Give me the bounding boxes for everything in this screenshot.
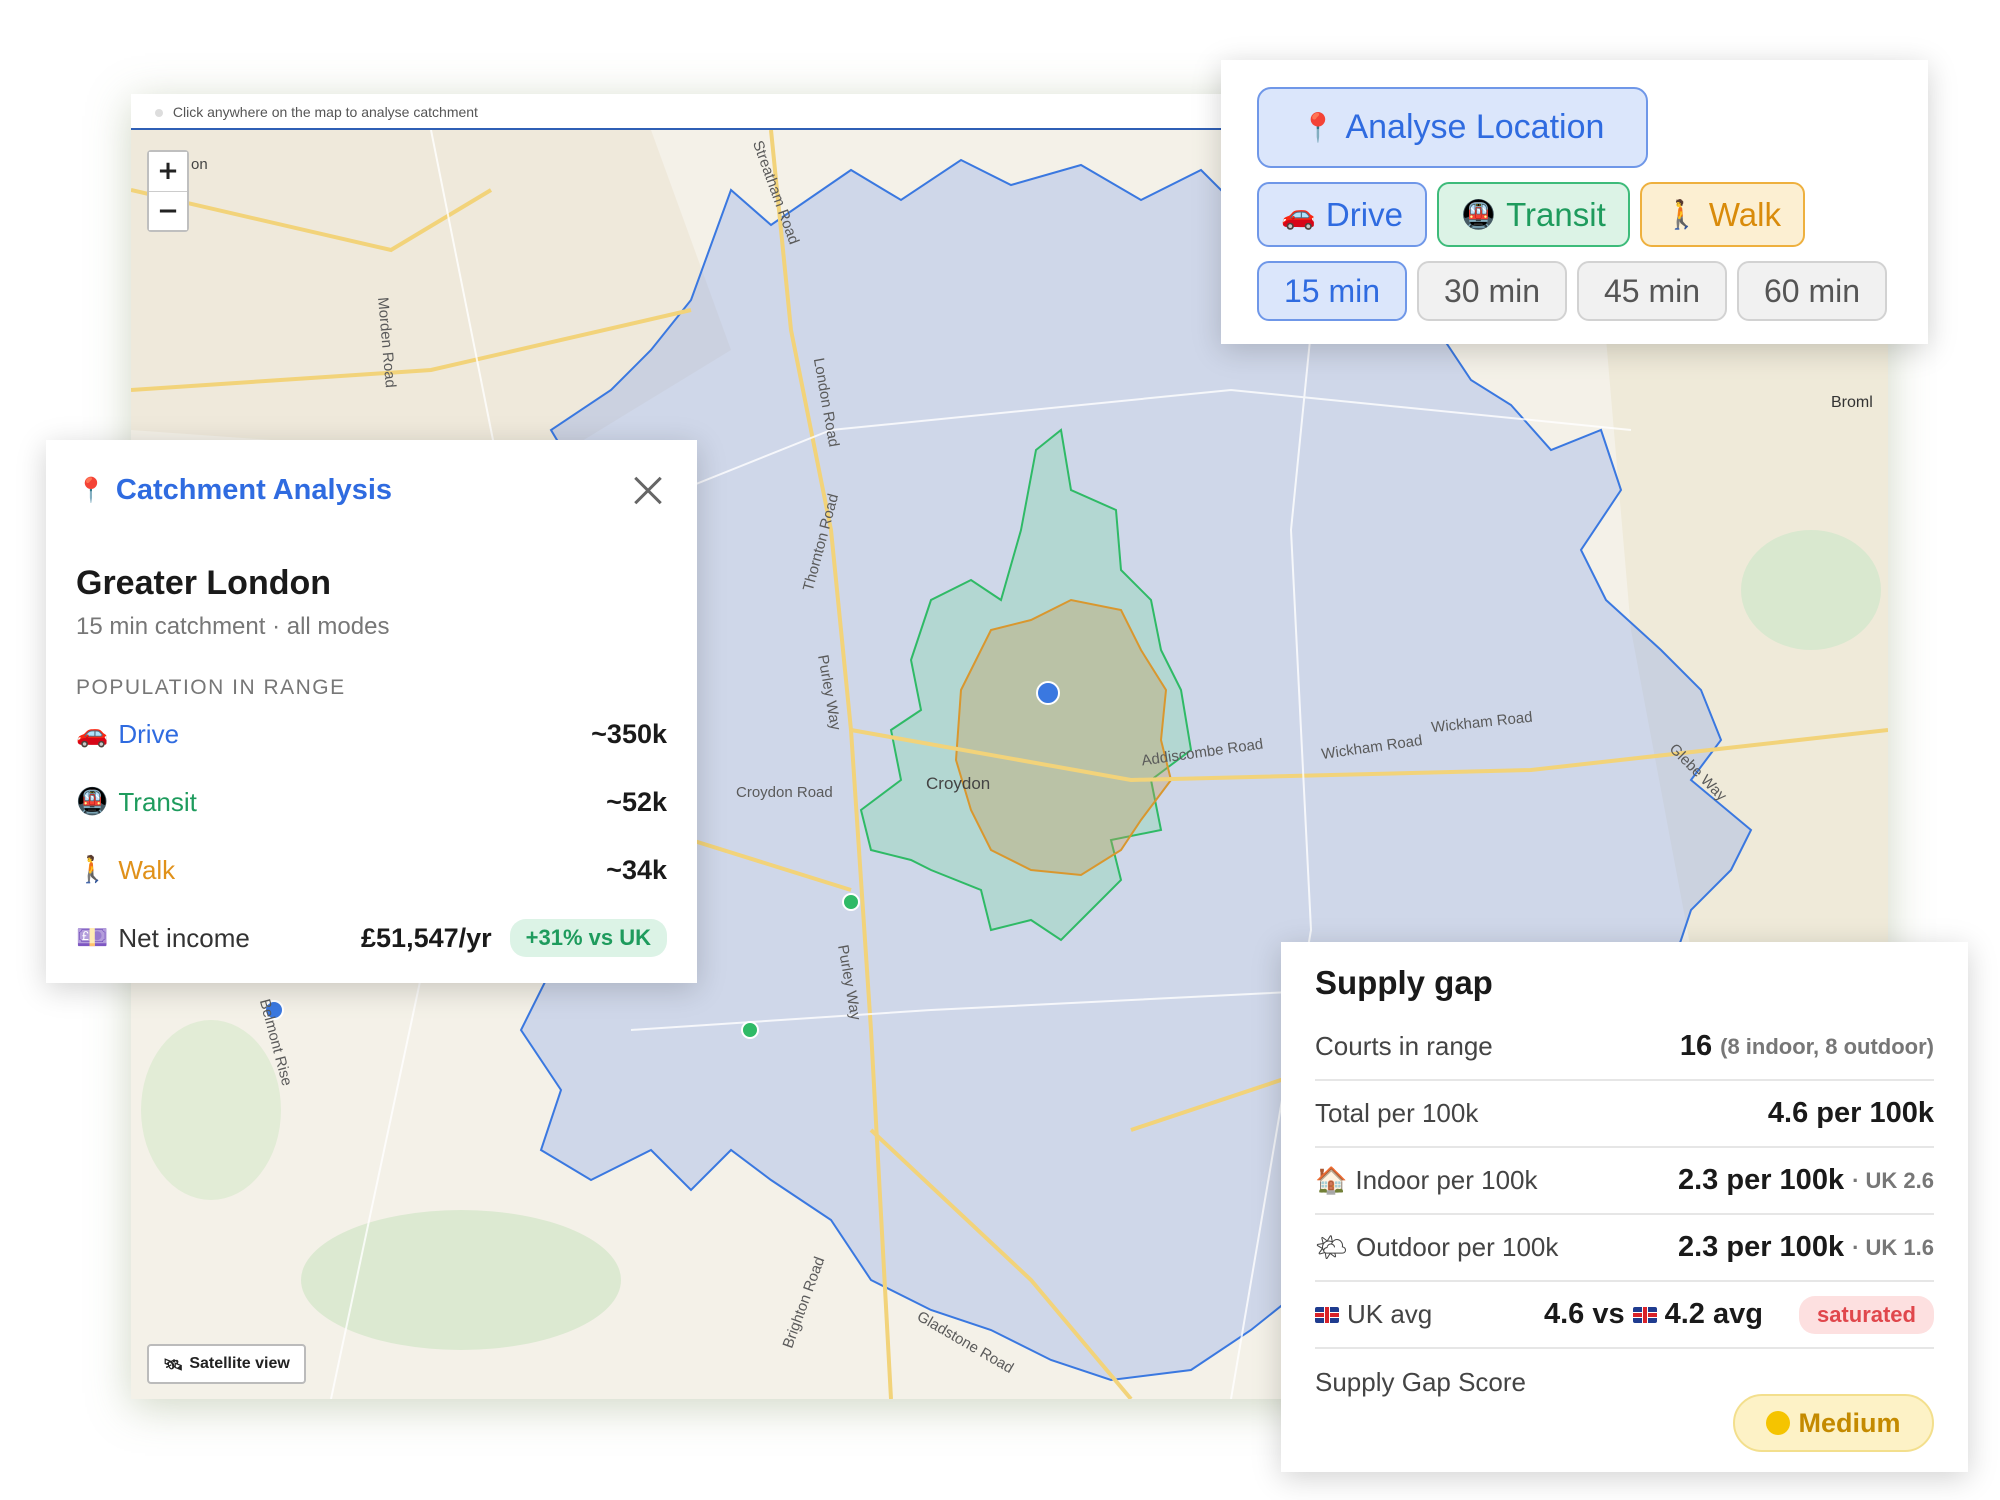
time-30-button[interactable]: 30 min bbox=[1417, 261, 1567, 321]
total-per-100k-row: Total per 100k 4.6 per 100k bbox=[1315, 1081, 1934, 1148]
map-label-bromley: Broml bbox=[1831, 394, 1873, 411]
catchment-analysis-panel: 📍 Catchment Analysis Greater London 15 m… bbox=[46, 440, 697, 983]
analysis-toolbar: 📍 Analyse Location 🚗 Drive 🚇 Transit 🚶 W… bbox=[1221, 60, 1928, 344]
courts-in-range-label: Courts in range bbox=[1315, 1031, 1493, 1061]
supply-gap-score-label: Supply Gap Score bbox=[1315, 1367, 1527, 1397]
walking-person-icon: 🚶 bbox=[76, 855, 109, 885]
yellow-circle-icon bbox=[1766, 1411, 1791, 1435]
indoor-per-100k-value: 2.3 per 100k bbox=[1678, 1164, 1845, 1196]
analyse-location-button[interactable]: 📍 Analyse Location bbox=[1257, 87, 1648, 168]
indoor-per-100k-row: 🏠 Indoor per 100k 2.3 per 100k · UK 2.6 bbox=[1315, 1148, 1934, 1215]
catchment-title: 📍 Catchment Analysis bbox=[76, 474, 392, 507]
income-comparison-badge: +31% vs UK bbox=[509, 919, 667, 957]
population-walk-value: ~34k bbox=[606, 854, 667, 885]
saturation-badge: saturated bbox=[1798, 1295, 1934, 1334]
walking-person-icon: 🚶 bbox=[1664, 198, 1699, 231]
uk-avg-row: UK avg 4.6 vs 4.2 avg saturated bbox=[1315, 1282, 1934, 1349]
poi-marker[interactable] bbox=[842, 893, 860, 911]
net-income-row: 💷 Net income £51,547/yr +31% vs UK bbox=[76, 904, 667, 972]
population-drive-value: ~350k bbox=[591, 718, 667, 749]
courts-in-range-row: Courts in range 16 (8 indoor, 8 outdoor) bbox=[1315, 1014, 1934, 1081]
courts-in-range-value: 16 bbox=[1679, 1030, 1713, 1062]
mode-drive-label: Drive bbox=[1325, 195, 1403, 233]
selected-location-marker[interactable] bbox=[1036, 681, 1060, 705]
outdoor-per-100k-label: Outdoor per 100k bbox=[1356, 1232, 1559, 1262]
supply-gap-panel: Supply gap Courts in range 16 (8 indoor,… bbox=[1281, 942, 1968, 1472]
supply-gap-title: Supply gap bbox=[1315, 964, 1493, 1001]
satellite-label: Satellite view bbox=[189, 1355, 290, 1372]
mode-drive-button[interactable]: 🚗 Drive bbox=[1257, 182, 1427, 247]
uk-avg-local-value: 4.6 vs bbox=[1543, 1298, 1625, 1330]
indoor-per-100k-label: Indoor per 100k bbox=[1355, 1165, 1538, 1195]
supply-gap-score-badge: Medium bbox=[1733, 1394, 1934, 1452]
time-60-button[interactable]: 60 min bbox=[1737, 261, 1887, 321]
indoor-uk-comparison: · UK 2.6 bbox=[1852, 1167, 1934, 1193]
car-icon: 🚗 bbox=[1281, 198, 1316, 231]
population-row-drive: 🚗 Drive ~350k bbox=[76, 700, 667, 768]
satellite-view-button[interactable]: 🛰 Satellite view bbox=[147, 1344, 306, 1384]
zoom-out-button[interactable]: − bbox=[149, 191, 187, 230]
satellite-icon: 🛰 bbox=[163, 1354, 184, 1374]
population-section-label: POPULATION IN RANGE bbox=[76, 676, 346, 699]
map-pin-icon: 📍 bbox=[76, 476, 106, 504]
zoom-control: + − bbox=[147, 150, 189, 232]
uk-avg-national-value: 4.2 avg bbox=[1664, 1298, 1763, 1330]
uk-flag-icon bbox=[1632, 1306, 1657, 1323]
train-icon: 🚇 bbox=[76, 787, 109, 817]
analyse-location-label: Analyse Location bbox=[1345, 108, 1605, 146]
map-hint-text: Click anywhere on the map to analyse cat… bbox=[172, 104, 478, 120]
outdoor-per-100k-row: 🌤 Outdoor per 100k 2.3 per 100k · UK 1.6 bbox=[1315, 1215, 1934, 1282]
uk-avg-label: UK avg bbox=[1347, 1299, 1433, 1329]
place-name: Greater London bbox=[76, 564, 332, 602]
poi-marker[interactable] bbox=[741, 1021, 759, 1039]
total-per-100k-label: Total per 100k bbox=[1315, 1098, 1479, 1128]
net-income-label: Net income bbox=[118, 922, 250, 953]
mode-walk-label: Walk bbox=[1708, 195, 1781, 233]
time-15-button[interactable]: 15 min bbox=[1257, 261, 1407, 321]
total-per-100k-value: 4.6 per 100k bbox=[1767, 1097, 1934, 1129]
time-selector: 15 min 30 min 45 min 60 min bbox=[1257, 261, 1928, 321]
uk-flag-icon bbox=[1315, 1306, 1339, 1323]
map-label-croydon: Croydon bbox=[926, 774, 991, 793]
mode-transit-button[interactable]: 🚇 Transit bbox=[1437, 182, 1630, 247]
map-label-croydon-road: Croydon Road bbox=[736, 784, 833, 801]
population-transit-label: Transit bbox=[118, 786, 197, 817]
car-icon: 🚗 bbox=[76, 719, 109, 749]
hint-icon bbox=[155, 109, 163, 117]
population-row-walk: 🚶 Walk ~34k bbox=[76, 836, 667, 904]
catchment-title-text: Catchment Analysis bbox=[115, 473, 393, 506]
mode-transit-label: Transit bbox=[1506, 195, 1606, 233]
map-label-top-left: on bbox=[191, 156, 208, 173]
net-income-value: £51,547/yr bbox=[361, 922, 492, 953]
time-45-button[interactable]: 45 min bbox=[1577, 261, 1727, 321]
close-icon[interactable] bbox=[627, 470, 667, 510]
map-pin-icon: 📍 bbox=[1300, 111, 1336, 144]
outdoor-uk-comparison: · UK 1.6 bbox=[1852, 1234, 1934, 1260]
mode-selector: 🚗 Drive 🚇 Transit 🚶 Walk bbox=[1257, 182, 1928, 247]
house-icon: 🏠 bbox=[1315, 1165, 1348, 1196]
money-icon: 💷 bbox=[76, 923, 109, 953]
catchment-subtitle: 15 min catchment · all modes bbox=[76, 613, 390, 640]
mode-walk-button[interactable]: 🚶 Walk bbox=[1640, 182, 1805, 247]
train-icon: 🚇 bbox=[1461, 198, 1497, 231]
sun-cloud-icon: 🌤 bbox=[1315, 1232, 1349, 1263]
zoom-in-button[interactable]: + bbox=[149, 152, 187, 191]
population-walk-label: Walk bbox=[118, 854, 176, 885]
population-transit-value: ~52k bbox=[606, 786, 667, 817]
supply-gap-score-value: Medium bbox=[1798, 1407, 1901, 1438]
outdoor-per-100k-value: 2.3 per 100k bbox=[1678, 1231, 1845, 1263]
population-row-transit: 🚇 Transit ~52k bbox=[76, 768, 667, 836]
population-drive-label: Drive bbox=[118, 718, 180, 749]
courts-breakdown: (8 indoor, 8 outdoor) bbox=[1720, 1033, 1934, 1059]
